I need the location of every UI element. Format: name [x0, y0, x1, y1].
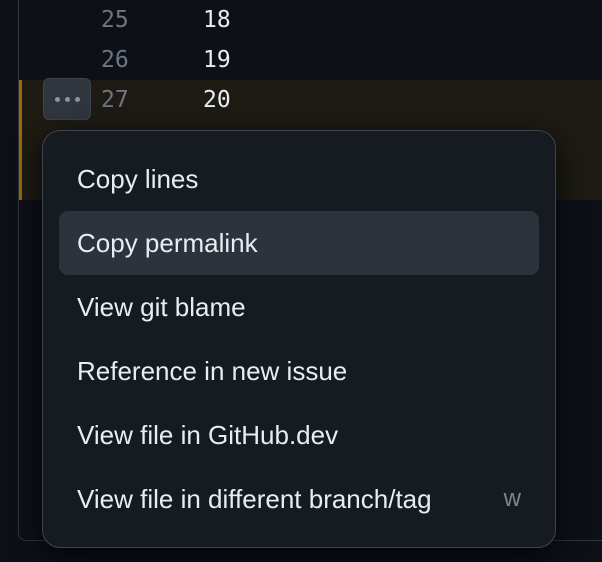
code-line: 26 19	[19, 40, 602, 80]
line-number[interactable]: 26	[101, 40, 149, 80]
menu-item-reference-in-new-issue[interactable]: Reference in new issue	[59, 339, 539, 403]
menu-item-copy-lines[interactable]: Copy lines	[59, 147, 539, 211]
line-number[interactable]: 27	[101, 80, 149, 120]
keyboard-shortcut-hint: w	[503, 485, 521, 512]
kebab-horizontal-icon	[64, 96, 70, 102]
line-options-menu: Copy lines Copy permalink View git blame…	[42, 130, 556, 548]
kebab-horizontal-icon	[54, 96, 60, 102]
menu-item-label: Copy permalink	[77, 227, 258, 258]
code-line: 25 18	[19, 0, 602, 40]
line-content: 18	[203, 7, 231, 33]
menu-item-view-in-github-dev[interactable]: View file in GitHub.dev	[59, 403, 539, 467]
kebab-horizontal-icon	[74, 96, 80, 102]
menu-item-view-in-different-branch[interactable]: View file in different branch/tag w	[59, 467, 539, 531]
menu-item-copy-permalink[interactable]: Copy permalink	[59, 211, 539, 275]
line-content: 20	[203, 87, 231, 113]
menu-item-label: View file in GitHub.dev	[77, 419, 339, 450]
line-options-button[interactable]	[43, 78, 91, 120]
menu-item-label: View file in different branch/tag	[77, 483, 432, 514]
line-number[interactable]: 25	[101, 0, 149, 40]
menu-item-label: View git blame	[77, 291, 246, 322]
line-content: 19	[203, 47, 231, 73]
menu-item-view-git-blame[interactable]: View git blame	[59, 275, 539, 339]
menu-item-label: Copy lines	[77, 163, 199, 194]
code-view-page: 25 18 26 19 27 20 Copy lines Copy permal…	[0, 0, 602, 562]
menu-item-label: Reference in new issue	[77, 355, 348, 386]
code-line-highlighted: 27 20	[19, 80, 602, 120]
